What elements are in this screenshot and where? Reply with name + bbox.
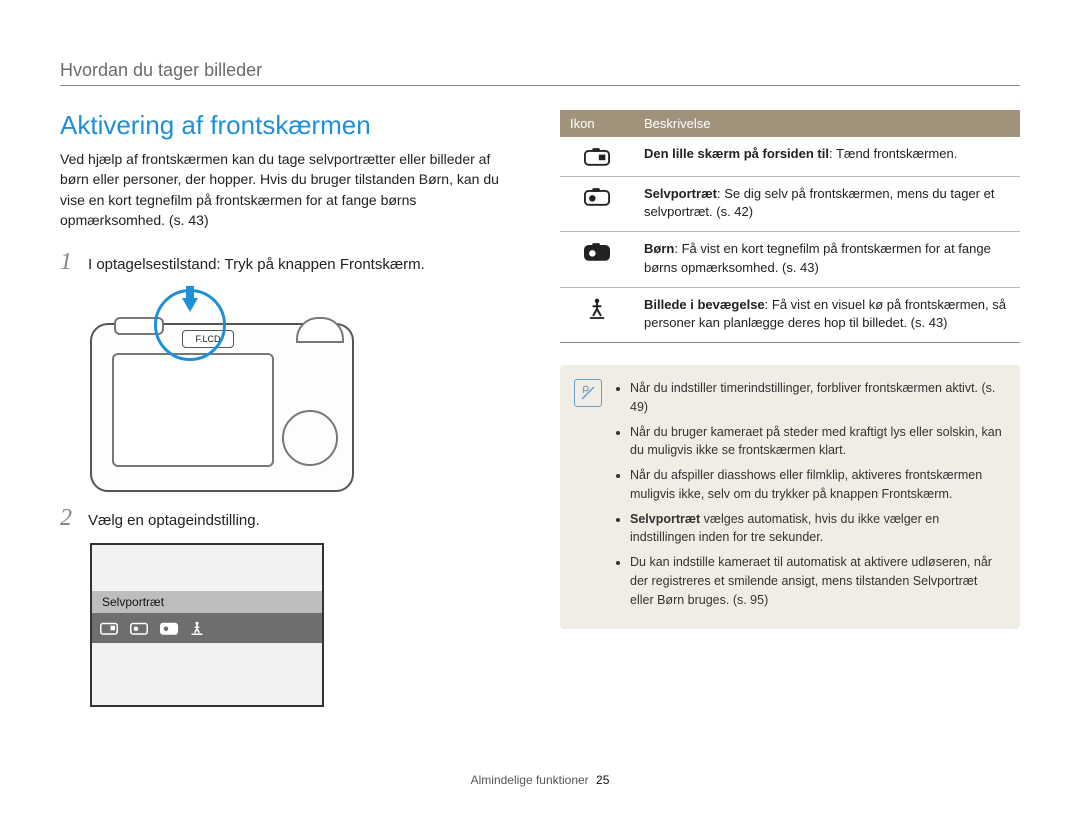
footer-label: Almindelige funktioner — [471, 773, 589, 787]
table-cell-desc: Selvportræt: Se dig selv på frontskærmen… — [634, 177, 1020, 232]
note-icon — [574, 379, 602, 407]
right-column: Ikon Beskrivelse Den lille skærm på fors… — [560, 110, 1020, 707]
table-row: Billede i bevægelse: Få vist en visuel k… — [560, 287, 1020, 342]
note-box: Når du indstiller timerindstillinger, fo… — [560, 365, 1020, 629]
step-number: 2 — [60, 506, 78, 530]
table-row: Selvportræt: Se dig selv på frontskærmen… — [560, 177, 1020, 232]
callout-circle-icon — [154, 289, 226, 361]
camera-body-icon: F.LCD — [90, 323, 354, 492]
step-text: I optagelsestilstand: Tryk på knappen Fr… — [88, 254, 425, 275]
note-item: Du kan indstille kameraet til automatisk… — [630, 553, 1004, 609]
note-item: Selvportræt vælges automatisk, hvis du i… — [630, 510, 1004, 548]
arrow-down-icon — [182, 298, 198, 312]
camera-front-on-icon — [560, 137, 634, 177]
step-number: 1 — [60, 250, 78, 274]
table-header-desc: Beskrivelse — [634, 110, 1020, 137]
section-header: Hvordan du tager billeder — [60, 60, 1020, 86]
camera-self-icon — [560, 177, 634, 232]
icon-description-table: Ikon Beskrivelse Den lille skærm på fors… — [560, 110, 1020, 343]
table-row: Den lille skærm på forsiden til: Tænd fr… — [560, 137, 1020, 177]
page-footer: Almindelige funktioner 25 — [0, 773, 1080, 787]
step-1: 1 I optagelsestilstand: Tryk på knappen … — [60, 250, 520, 275]
step-text: Vælg en optageindstilling. — [88, 510, 260, 531]
table-row: Børn: Få vist en kort tegnefilm på front… — [560, 232, 1020, 287]
note-item: Når du afspiller diasshows eller filmkli… — [630, 466, 1004, 504]
camera-front-on-icon — [100, 621, 118, 635]
camera-dial-icon — [296, 317, 344, 343]
table-header-icon: Ikon — [560, 110, 634, 137]
intro-paragraph: Ved hjælp af frontskærmen kan du tage se… — [60, 149, 520, 230]
camera-children-icon — [160, 621, 178, 635]
left-column: Aktivering af frontskærmen Ved hjælp af … — [60, 110, 520, 707]
lcd-mode-icon-row — [92, 613, 322, 643]
camera-illustration: F.LCD — [90, 287, 520, 492]
page-number: 25 — [596, 773, 609, 787]
camera-self-icon — [130, 621, 148, 635]
jump-icon — [560, 287, 634, 342]
lcd-menu-illustration: Selvportræt — [90, 543, 324, 707]
page-heading: Aktivering af frontskærmen — [60, 110, 520, 141]
jump-icon — [190, 621, 208, 635]
table-cell-desc: Den lille skærm på forsiden til: Tænd fr… — [634, 137, 1020, 177]
camera-lcd-icon — [112, 353, 274, 467]
camera-children-icon — [560, 232, 634, 287]
two-column-layout: Aktivering af frontskærmen Ved hjælp af … — [60, 110, 1020, 707]
lcd-mode-title: Selvportræt — [92, 591, 322, 613]
table-cell-desc: Billede i bevægelse: Få vist en visuel k… — [634, 287, 1020, 342]
note-item: Når du bruger kameraet på steder med kra… — [630, 423, 1004, 461]
note-item: Når du indstiller timerindstillinger, fo… — [630, 379, 1004, 417]
manual-page: Hvordan du tager billeder Aktivering af … — [0, 0, 1080, 815]
note-list: Når du indstiller timerindstillinger, fo… — [614, 379, 1004, 615]
table-cell-desc: Børn: Få vist en kort tegnefilm på front… — [634, 232, 1020, 287]
step-2: 2 Vælg en optageindstilling. — [60, 506, 520, 531]
camera-control-wheel-icon — [282, 410, 338, 466]
